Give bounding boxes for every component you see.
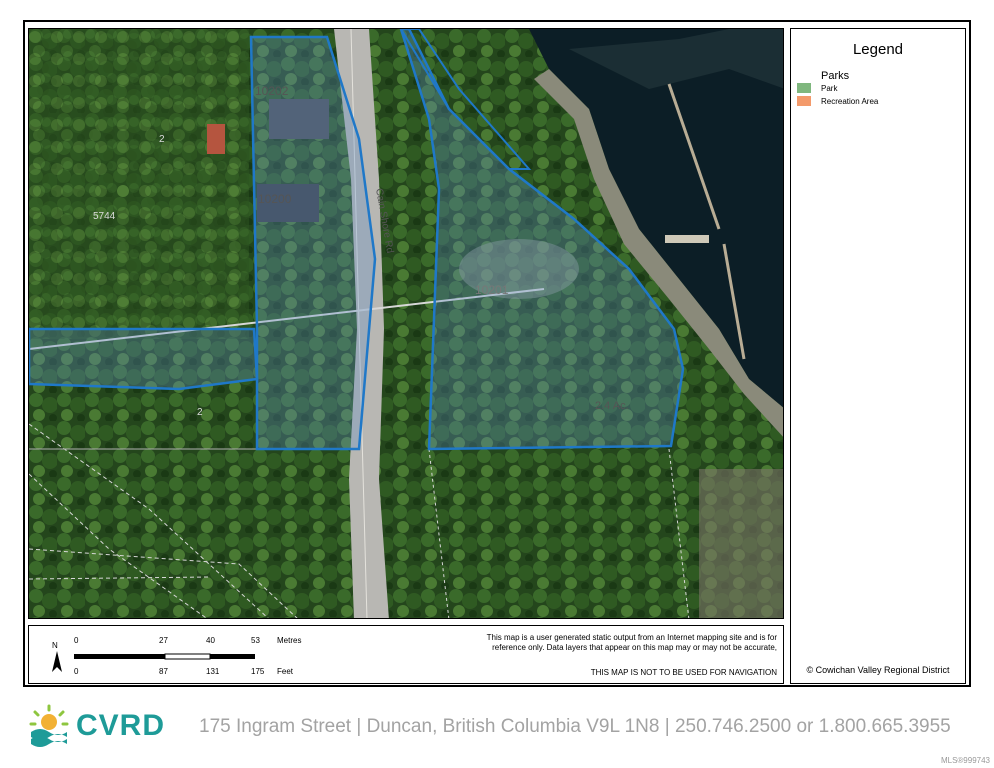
shed bbox=[207, 124, 225, 154]
legend-item-park: Park bbox=[797, 83, 837, 93]
park-parcel-corridor[interactable] bbox=[29, 327, 259, 391]
map-canvas: 10202 10200 10201 2 5744 2 Cain Shore Rd… bbox=[29, 29, 783, 618]
feet-unit: Feet bbox=[277, 667, 294, 676]
navigation-warning: THIS MAP IS NOT TO BE USED FOR NAVIGATIO… bbox=[590, 668, 777, 677]
dock bbox=[665, 235, 709, 243]
footer-address: 175 Ingram Street | Duncan, British Colu… bbox=[199, 716, 951, 737]
disclaimer-text: This map is a user generated static outp… bbox=[486, 633, 777, 652]
copyright-text: © Cowichan Valley Regional District bbox=[806, 665, 950, 675]
parcel-label-10200: 10200 bbox=[258, 192, 292, 206]
park-swatch bbox=[797, 83, 811, 93]
scale-bar bbox=[74, 653, 255, 660]
mls-number: MLS®999743 bbox=[940, 756, 990, 765]
aerial-map[interactable]: 10202 10200 10201 2 5744 2 Cain Shore Rd… bbox=[28, 28, 784, 619]
lot-label: 2 bbox=[159, 134, 165, 145]
legend-group-parks: Parks bbox=[821, 70, 850, 82]
feet-tick: 131 bbox=[206, 667, 220, 676]
feet-tick: 175 bbox=[251, 667, 265, 676]
metres-tick: 27 bbox=[159, 636, 168, 645]
north-arrow-icon: N bbox=[52, 641, 62, 672]
recreation-area-swatch bbox=[797, 96, 811, 106]
scale-panel: N 0 27 40 53 Metres 0 87 131 175 Feet Th… bbox=[28, 625, 784, 684]
feet-tick: 0 bbox=[74, 667, 79, 676]
legend-item-recreation-area: Recreation Area bbox=[797, 96, 878, 106]
north-label: N bbox=[52, 641, 58, 650]
legend-panel: Legend Parks Park Recreation Area © Cowi… bbox=[790, 28, 966, 684]
parcel-label-10201: 10201 bbox=[475, 283, 509, 297]
area-label: 2.4 Ac. bbox=[595, 400, 629, 412]
parcel-label-10202: 10202 bbox=[255, 84, 289, 98]
metres-tick: 53 bbox=[251, 636, 260, 645]
metres-unit: Metres bbox=[277, 636, 302, 645]
forest-patch bbox=[29, 29, 249, 339]
legend-title: Legend bbox=[852, 41, 904, 58]
cvrd-brand: CVRD bbox=[76, 709, 166, 742]
legend-item-label: Recreation Area bbox=[821, 96, 879, 106]
log-pile bbox=[699, 469, 783, 618]
cvrd-logo-icon bbox=[29, 704, 69, 747]
legend-item-label: Park bbox=[821, 83, 838, 93]
lot-label: 5744 bbox=[93, 211, 116, 222]
feet-tick: 87 bbox=[159, 667, 168, 676]
metres-tick: 40 bbox=[206, 636, 215, 645]
footer: CVRD 175 Ingram Street | Duncan, British… bbox=[0, 700, 994, 750]
metres-tick: 0 bbox=[74, 636, 79, 645]
lot-label: 2 bbox=[197, 407, 203, 418]
